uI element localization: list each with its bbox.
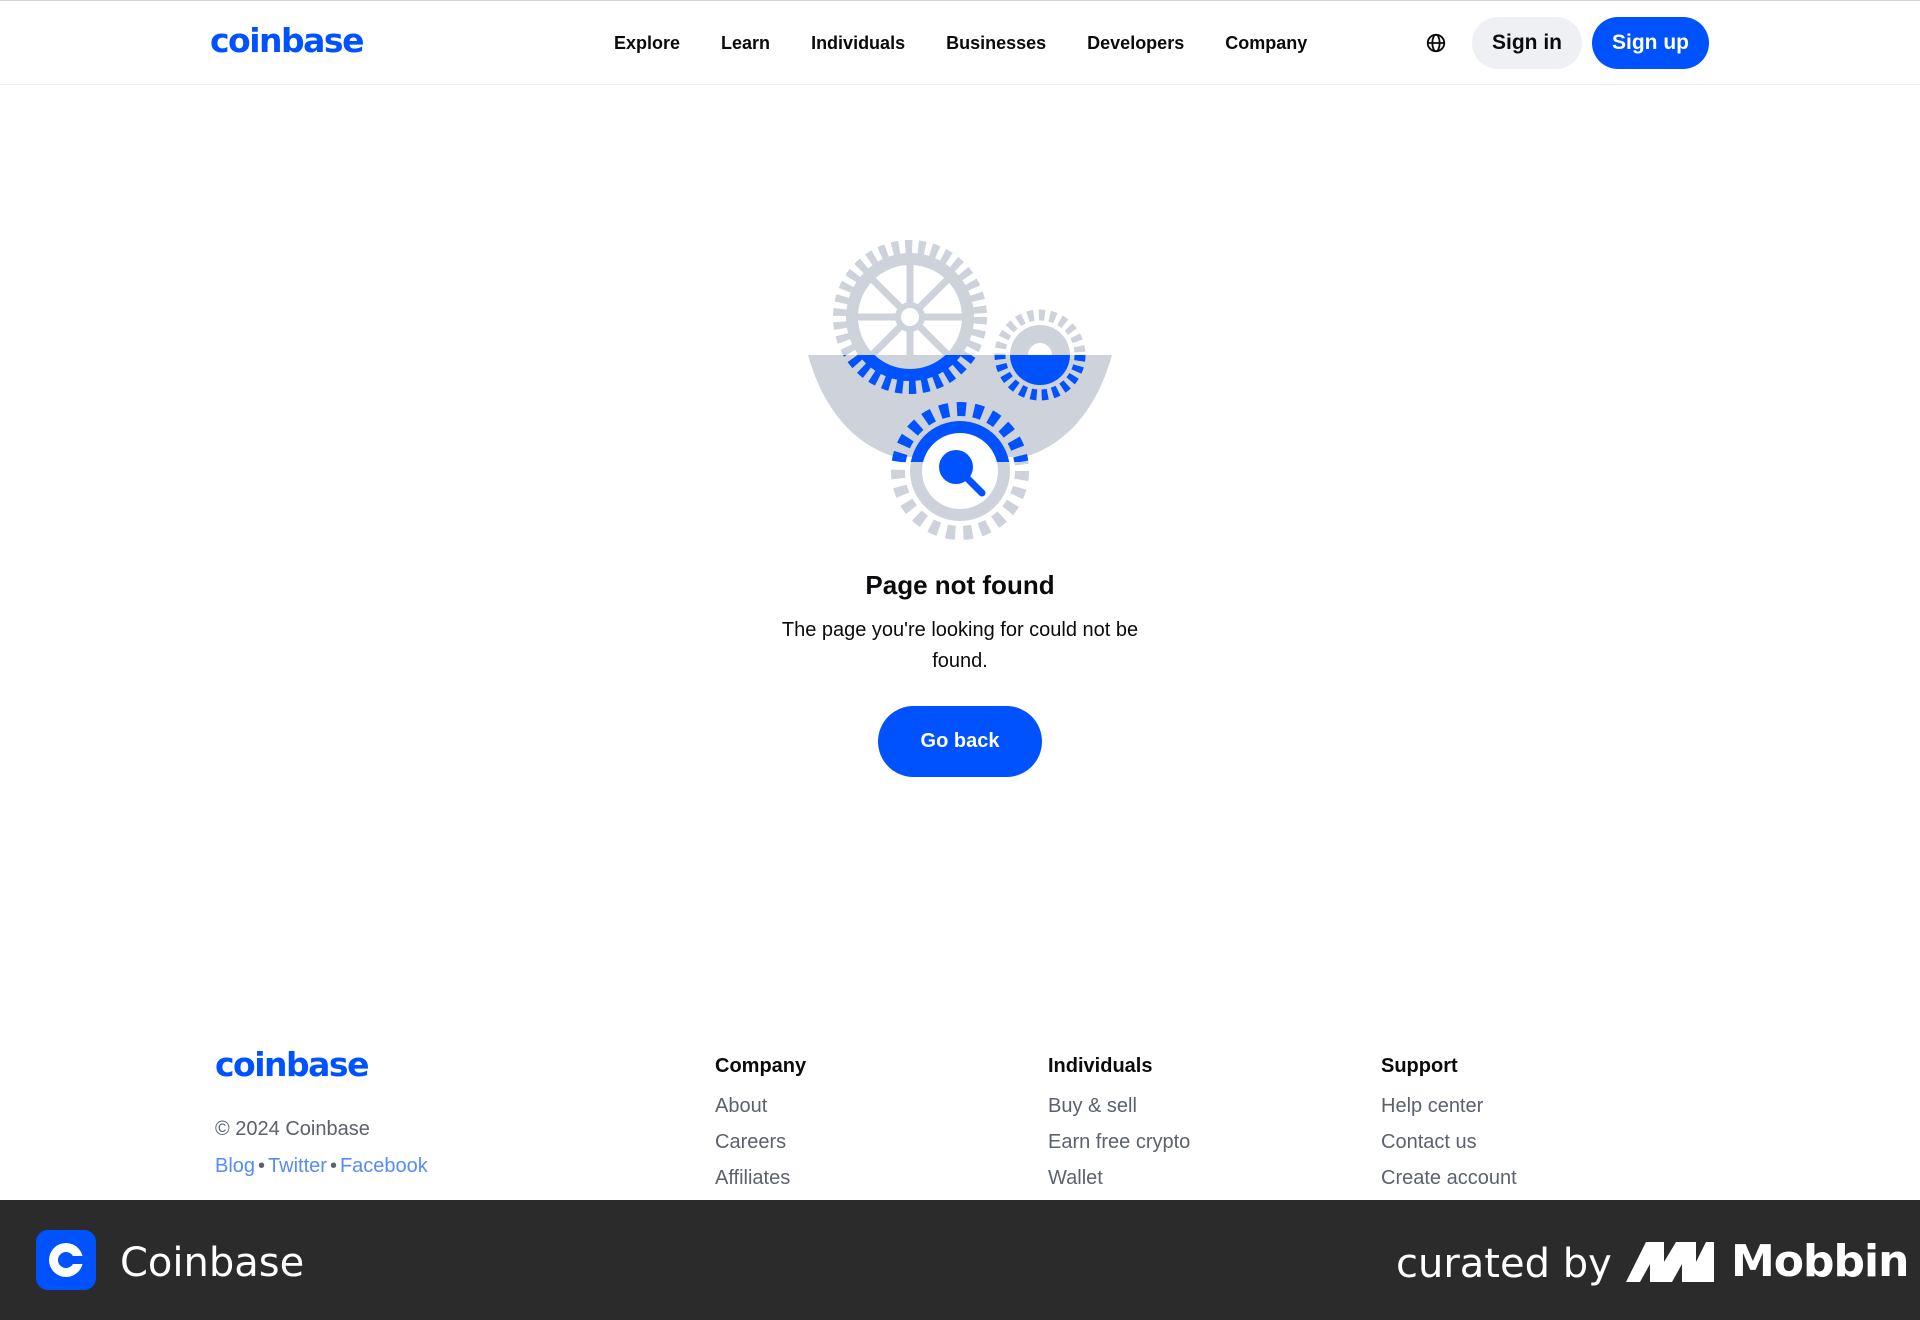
sign-in-button[interactable]: Sign in xyxy=(1472,17,1582,69)
blog-link[interactable]: Blog xyxy=(215,1155,255,1177)
footer-heading: Individuals xyxy=(1048,1055,1153,1077)
footer-logo[interactable]: coinbase xyxy=(215,1045,369,1084)
site-header: coinbase Explore Learn Individuals Busin… xyxy=(0,0,1920,85)
go-back-button[interactable]: Go back xyxy=(878,706,1042,777)
facebook-link[interactable]: Facebook xyxy=(340,1155,428,1177)
footer-link-careers[interactable]: Careers xyxy=(715,1130,806,1155)
curated-by-text: curated by xyxy=(1396,1241,1612,1287)
coinbase-app-icon xyxy=(36,1230,96,1290)
app-name: Coinbase xyxy=(120,1240,305,1286)
page-description: The page you're looking for could not be… xyxy=(781,619,1139,672)
twitter-link[interactable]: Twitter xyxy=(268,1155,327,1177)
main-nav: Explore Learn Individuals Businesses Dev… xyxy=(614,31,1348,55)
globe-icon[interactable] xyxy=(1425,32,1447,54)
nav-individuals[interactable]: Individuals xyxy=(811,31,905,55)
social-links: Blog • Twitter • Facebook xyxy=(215,1155,428,1178)
footer-link-earn-free-crypto[interactable]: Earn free crypto xyxy=(1048,1130,1190,1155)
page-title: Page not found xyxy=(865,570,1055,600)
mobbin-wordmark: Mobbin xyxy=(1731,1236,1909,1287)
footer-link-buy-sell[interactable]: Buy & sell xyxy=(1048,1094,1190,1119)
separator-dot: • xyxy=(329,1155,337,1177)
footer-link-contact-us[interactable]: Contact us xyxy=(1381,1130,1517,1155)
coinbase-logo[interactable]: coinbase xyxy=(210,21,364,60)
footer-link-create-account[interactable]: Create account xyxy=(1381,1166,1517,1191)
mobbin-banner: Coinbase curated by Mobbin xyxy=(0,1200,1920,1320)
nav-developers[interactable]: Developers xyxy=(1087,31,1184,55)
mobbin-logo-icon xyxy=(1626,1242,1714,1282)
nav-businesses[interactable]: Businesses xyxy=(946,31,1046,55)
footer-link-about[interactable]: About xyxy=(715,1094,806,1119)
gears-search-icon xyxy=(808,240,1112,540)
footer-link-help-center[interactable]: Help center xyxy=(1381,1094,1517,1119)
separator-dot: • xyxy=(258,1155,266,1177)
nav-explore[interactable]: Explore xyxy=(614,31,680,55)
nav-company[interactable]: Company xyxy=(1225,31,1307,55)
footer-column-company: Company About Careers Affiliates xyxy=(715,1055,806,1202)
footer-link-wallet[interactable]: Wallet xyxy=(1048,1166,1190,1191)
footer-column-support: Support Help center Contact us Create ac… xyxy=(1381,1055,1517,1202)
footer-heading: Company xyxy=(715,1055,807,1077)
footer-heading: Support xyxy=(1381,1055,1458,1077)
copyright-text: © 2024 Coinbase xyxy=(215,1118,370,1140)
footer-link-affiliates[interactable]: Affiliates xyxy=(715,1166,806,1191)
footer-column-individuals: Individuals Buy & sell Earn free crypto … xyxy=(1048,1055,1190,1202)
sign-up-button[interactable]: Sign up xyxy=(1592,17,1709,69)
nav-learn[interactable]: Learn xyxy=(721,31,770,55)
